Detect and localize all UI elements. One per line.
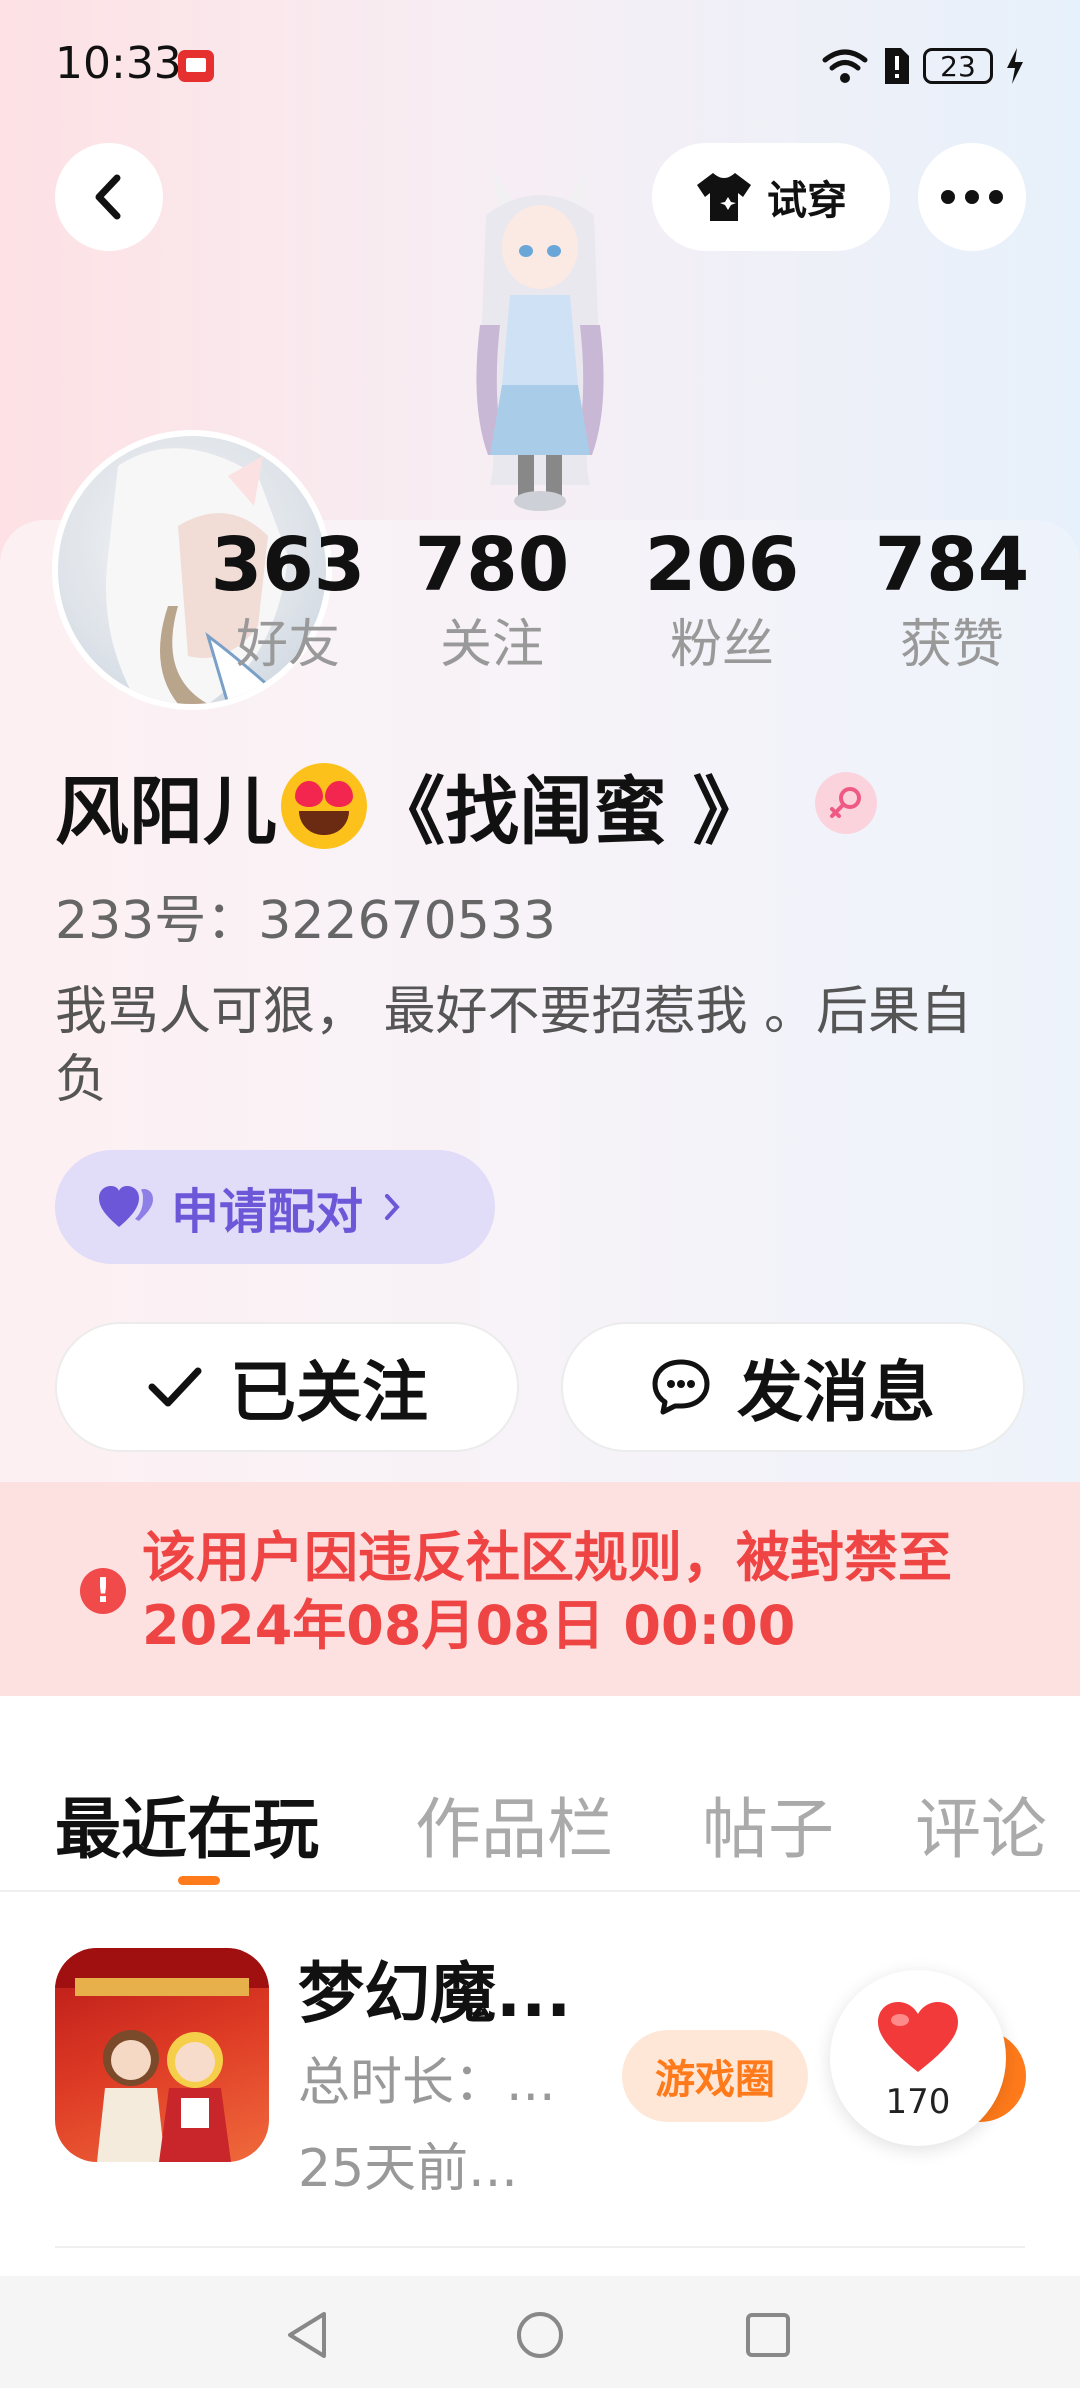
nickname: 风阳儿 《找闺蜜 》 [55,752,767,859]
back-button[interactable] [55,143,163,251]
tab-posts[interactable]: 帖子 [702,1776,834,1872]
wifi-icon [822,49,868,83]
more-options-button[interactable] [918,143,1026,251]
status-bar: 10:33 23 [0,0,1080,130]
active-tab-indicator [178,1876,220,1885]
game-title: 梦幻魔... [298,1955,572,2032]
heart-pair-icon [99,1186,153,1227]
stat-value: 363 [210,522,366,608]
send-message-label: 发消息 [737,1354,935,1431]
content-section: 最近在玩 作品栏 帖子 评论 梦幻魔... 总时长：... 25天前... 游戏… [0,1740,1080,2280]
more-dots-icon [941,190,1003,204]
stat-label: 粉丝 [669,615,774,675]
like-count: 170 [885,2082,951,2122]
stat-label: 好友 [235,615,340,675]
tab-works[interactable]: 作品栏 [415,1776,613,1872]
request-pair-button[interactable]: 申请配对 [55,1150,495,1264]
user-id: 233号：322670533 [55,891,557,951]
nav-recents-icon[interactable] [745,2312,791,2358]
bio: 我骂人可狠， 最好不要招惹我 。后果自负 [55,982,973,1110]
app-notification-icon [178,50,214,82]
try-on-label: 试穿 [767,178,847,224]
stat-value: 780 [414,522,570,608]
list-divider [55,2246,1025,2248]
game-last-played: 25天前... [298,2139,518,2199]
stat-label: 获赞 [899,615,1004,675]
tshirt-icon [697,173,751,221]
chevron-left-icon [95,174,121,220]
sim-alert-icon [885,48,909,84]
alert-icon: ! [80,1568,126,1614]
chat-bubble-icon [652,1359,710,1415]
send-message-button[interactable]: 发消息 [561,1322,1025,1452]
ban-notice-text: 该用户因违反社区规则，被封禁至2024年08月08日 00:00 [142,1526,952,1657]
followed-label: 已关注 [230,1354,428,1431]
stat-label: 关注 [439,615,544,675]
like-floating-button[interactable]: 170 [830,1970,1006,2146]
stats-row: 363 好友 780 关注 206 粉丝 784 获赞 [0,520,1080,700]
game-list-item[interactable]: 梦幻魔... 总时长：... 25天前... 游戏圈 170 [0,1890,1080,2250]
stat-value: 206 [644,522,800,608]
nickname-text: 风阳儿 [55,769,277,855]
system-navigation-bar [0,2276,1080,2388]
game-circle-button[interactable]: 游戏圈 [622,2030,808,2122]
avatar-3d-figure[interactable] [440,155,640,515]
heart-icon [878,2002,958,2072]
tab-bar: 最近在玩 作品栏 帖子 评论 [0,1740,1080,1892]
game-duration: 总时长：... [298,2053,556,2113]
ban-notice-banner: ! 该用户因违反社区规则，被封禁至2024年08月08日 00:00 [0,1482,1080,1696]
stat-likes[interactable]: 784 获赞 [862,520,1042,680]
stat-friends[interactable]: 363 好友 [198,520,378,680]
nickname-suffix: 《找闺蜜 》 [371,769,767,855]
female-gender-icon [815,772,877,834]
battery-indicator: 23 [923,48,993,84]
tab-recently-played[interactable]: 最近在玩 [55,1776,319,1872]
game-icon[interactable] [55,1948,269,2162]
stat-value: 784 [874,522,1030,608]
nav-back-icon[interactable] [284,2310,330,2360]
checkmark-icon [148,1367,202,1407]
status-indicators: 23 [821,44,1025,88]
request-pair-label: 申请配对 [171,1184,364,1240]
stat-following[interactable]: 780 关注 [402,520,582,680]
try-on-button[interactable]: 试穿 [652,143,890,251]
tab-comments[interactable]: 评论 [915,1776,1047,1872]
stat-fans[interactable]: 206 粉丝 [632,520,812,680]
heart-eyes-emoji-icon [281,762,367,849]
game-icon-art [55,1948,269,2162]
followed-button[interactable]: 已关注 [55,1322,519,1452]
status-time: 10:33 [55,38,182,89]
nav-home-icon[interactable] [515,2310,565,2360]
battery-level: 23 [940,49,976,83]
chevron-right-icon [385,1194,400,1220]
charging-icon [1007,48,1023,84]
